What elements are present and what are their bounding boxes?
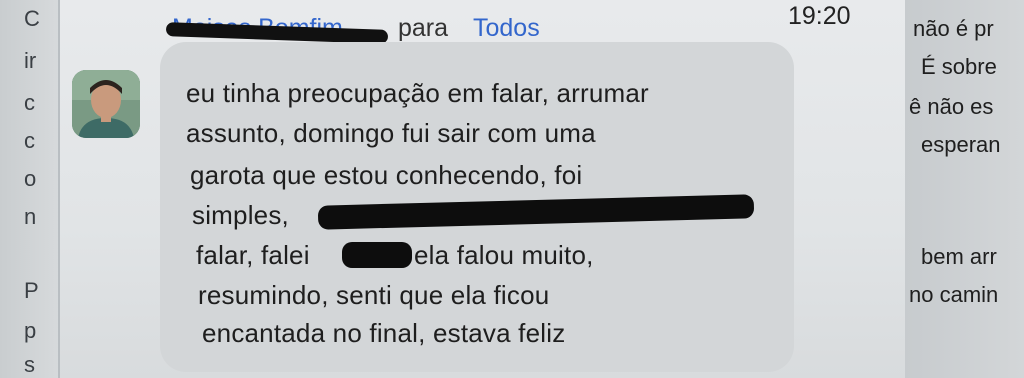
avatar[interactable] [72,70,140,138]
right-chat-column: não é pr É sobre ê não es esperan bem ar… [905,0,1024,378]
message-text-line: eu tinha preocupação em falar, arrumar [186,78,649,108]
left-letter: P [24,278,39,303]
left-letter: s [24,352,35,377]
right-snippet: É sobre [921,54,997,79]
redaction-bar [342,242,412,268]
right-snippet: não é pr [913,16,994,41]
recipient-everyone[interactable]: Todos [473,14,540,43]
message-text-line: falar, falei [196,240,310,270]
message-text-line: encantada no final, estava feliz [202,318,566,348]
message-text-line: ela falou muito, [414,240,594,270]
message-text-line: resumindo, senti que ela ficou [198,280,550,310]
left-letter: C [24,6,40,31]
message-text-line: garota que estou conhecendo, foi [190,160,583,190]
right-snippet: no camin [909,282,999,307]
message-text-line: assunto, domingo fui sair com uma [186,118,596,148]
left-chat-column: C ir c c o n P p s [0,0,60,378]
left-letter: n [24,204,37,229]
to-label: para [398,14,449,42]
left-letter: ir [24,48,37,73]
left-letter: p [24,318,37,343]
left-letter: c [24,90,35,115]
right-snippet: ê não es [909,94,994,119]
message-time: 19:20 [788,2,851,30]
right-snippet: esperan [921,132,1001,157]
avatar-photo-icon [72,70,140,138]
message-text-line: simples, [192,200,289,230]
left-letter: c [24,128,35,153]
left-letter: o [24,166,37,191]
right-snippet: bem arr [921,244,997,269]
